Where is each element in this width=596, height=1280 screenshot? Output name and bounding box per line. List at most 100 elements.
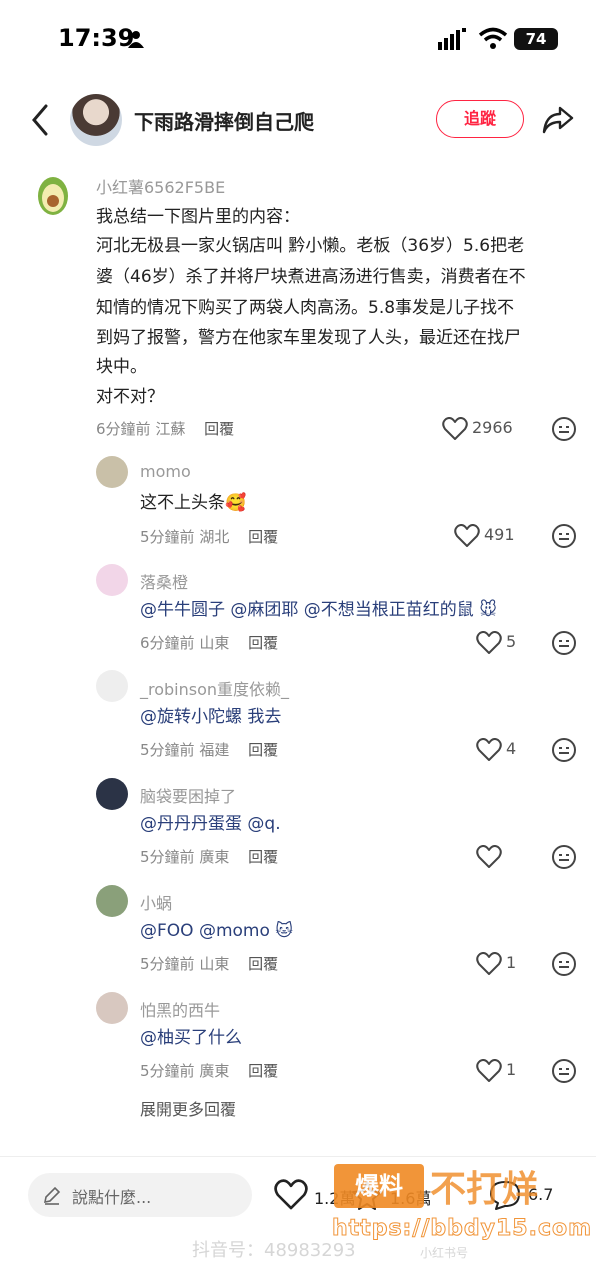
watermark-logo: 爆料: [334, 1164, 424, 1208]
reply-button[interactable]: 回覆: [248, 848, 278, 866]
watermark-url: https://bbdy15.com: [331, 1216, 593, 1242]
wifi-icon: [478, 27, 508, 49]
reply-location: 廣東: [199, 848, 230, 866]
reply-meta: 5分鐘前 山東 回覆: [140, 953, 278, 974]
heart-icon: [476, 845, 502, 868]
comment-line: 河北无极县一家火锅店叫 黔小懒。老板（36岁）5.6把老: [96, 236, 525, 256]
heart-icon: [274, 1179, 308, 1210]
reply-text: @牛牛圆子 @麻团耶 @不想当根正苗红的鼠 🐭: [140, 600, 497, 620]
reply-avatar[interactable]: [96, 992, 128, 1024]
dislike-icon[interactable]: [551, 416, 577, 442]
comment-line: 块中。: [96, 357, 147, 377]
post-like-button[interactable]: 1.2萬: [274, 1179, 355, 1215]
signal-icon: [438, 28, 466, 50]
reply-time: 5分鐘前: [140, 1062, 195, 1080]
watermark-site-name: 不打烊: [430, 1169, 539, 1210]
reply-username[interactable]: 小蜗: [140, 890, 172, 914]
comment-input[interactable]: 說點什麼...: [28, 1173, 252, 1217]
reply-text: @丹丹丹蛋蛋 @q.: [140, 814, 281, 834]
reply-time: 5分鐘前: [140, 955, 195, 973]
dislike-icon[interactable]: [551, 951, 577, 977]
comment-line: 知情的情况下购买了两袋人肉高汤。5.8事发是儿子找不: [96, 298, 515, 318]
reply-button[interactable]: 回覆: [248, 634, 278, 652]
comment-line: 我总结一下图片里的内容：: [96, 207, 300, 227]
reply-time: 5分鐘前: [140, 528, 195, 546]
reply-username[interactable]: 怕黑的西牛: [140, 997, 220, 1021]
back-icon[interactable]: [28, 102, 52, 138]
share-icon[interactable]: [540, 102, 574, 136]
like-button[interactable]: 5: [476, 630, 546, 656]
like-count: 491: [484, 525, 515, 544]
dislike-icon[interactable]: [551, 630, 577, 656]
heart-icon: [476, 1059, 502, 1082]
reply-button[interactable]: 回覆: [248, 955, 278, 973]
author-name[interactable]: 下雨路滑摔倒自己爬: [134, 106, 314, 135]
avocado-avatar[interactable]: [36, 172, 70, 216]
pen-icon: [43, 1186, 61, 1205]
reply-text: @柚买了什么: [140, 1028, 242, 1048]
comment-meta: 6分鐘前 江蘇 回覆: [96, 418, 234, 439]
comment-line: 婆（46岁）杀了并将尸块煮进高汤进行售卖，消费者在不: [96, 267, 526, 287]
reply-avatar[interactable]: [96, 885, 128, 917]
reply-location: 山東: [199, 955, 230, 973]
reply-time: 5分鐘前: [140, 848, 195, 866]
watermark-douyin: 抖音号：48983293: [192, 1240, 356, 1261]
like-count: 1: [506, 953, 517, 972]
like-button[interactable]: 491: [454, 523, 544, 549]
battery-indicator: 74: [514, 28, 558, 50]
heart-icon: [454, 524, 480, 547]
heart-icon: [476, 738, 502, 761]
reply-location: 福建: [199, 741, 230, 759]
like-button[interactable]: 1: [476, 1058, 546, 1084]
dislike-icon[interactable]: [551, 844, 577, 870]
expand-more-replies-button[interactable]: 展開更多回覆: [140, 1096, 236, 1120]
reply-avatar[interactable]: [96, 564, 128, 596]
reply-button[interactable]: 回覆: [204, 420, 234, 438]
reply-button[interactable]: 回覆: [248, 741, 278, 759]
reply-username[interactable]: _robinson重度依赖_: [140, 676, 289, 700]
reply-location: 湖北: [199, 528, 230, 546]
watermark-small: 小红书号: [420, 1246, 469, 1260]
reply-avatar[interactable]: [96, 456, 128, 488]
like-count: 2966: [472, 418, 513, 437]
reply-text: @旋转小陀螺 我去: [140, 707, 282, 727]
comment-location: 江蘇: [155, 420, 186, 438]
like-count: 5: [506, 632, 517, 651]
reply-location: 山東: [199, 634, 230, 652]
top-bar: 下雨路滑摔倒自己爬 追蹤: [0, 84, 596, 156]
reply-meta: 5分鐘前 福建 回覆: [140, 739, 278, 760]
comment-line: 对不对？: [96, 387, 164, 407]
person-icon: [128, 31, 144, 48]
comment-username[interactable]: 小红薯6562F5BE: [96, 174, 225, 198]
like-count: 1: [506, 1060, 517, 1079]
reply-button[interactable]: 回覆: [248, 528, 278, 546]
reply-meta: 6分鐘前 山東 回覆: [140, 632, 278, 653]
dislike-icon[interactable]: [551, 737, 577, 763]
dislike-icon[interactable]: [551, 1058, 577, 1084]
status-bar: 17:39 74: [0, 0, 596, 80]
reply-time: 5分鐘前: [140, 741, 195, 759]
like-button[interactable]: 1: [476, 951, 546, 977]
comment-input-placeholder: 說點什麼...: [72, 1188, 152, 1207]
reply-avatar[interactable]: [96, 670, 128, 702]
reply-username[interactable]: 落桑橙: [140, 569, 188, 593]
reply-username[interactable]: momo: [140, 462, 191, 481]
reply-time: 6分鐘前: [140, 634, 195, 652]
like-count: 4: [506, 739, 517, 758]
heart-icon: [476, 631, 502, 654]
dislike-icon[interactable]: [551, 523, 577, 549]
reply-username[interactable]: 脑袋要困掉了: [140, 783, 236, 807]
reply-text: 这不上头条🥰: [140, 493, 247, 513]
like-button[interactable]: 4: [476, 737, 546, 763]
reply-avatar[interactable]: [96, 778, 128, 810]
reply-button[interactable]: 回覆: [248, 1062, 278, 1080]
follow-button[interactable]: 追蹤: [436, 100, 524, 138]
heart-icon: [442, 417, 468, 440]
comment-time: 6分鐘前: [96, 420, 151, 438]
like-button[interactable]: 2966: [442, 416, 542, 442]
status-time: 17:39: [58, 24, 135, 52]
like-button[interactable]: [476, 844, 516, 870]
comment-line: 到妈了报警，警方在他家车里发现了人头，最近还在找尸: [96, 328, 521, 348]
heart-icon: [476, 952, 502, 975]
author-avatar[interactable]: [70, 94, 122, 146]
